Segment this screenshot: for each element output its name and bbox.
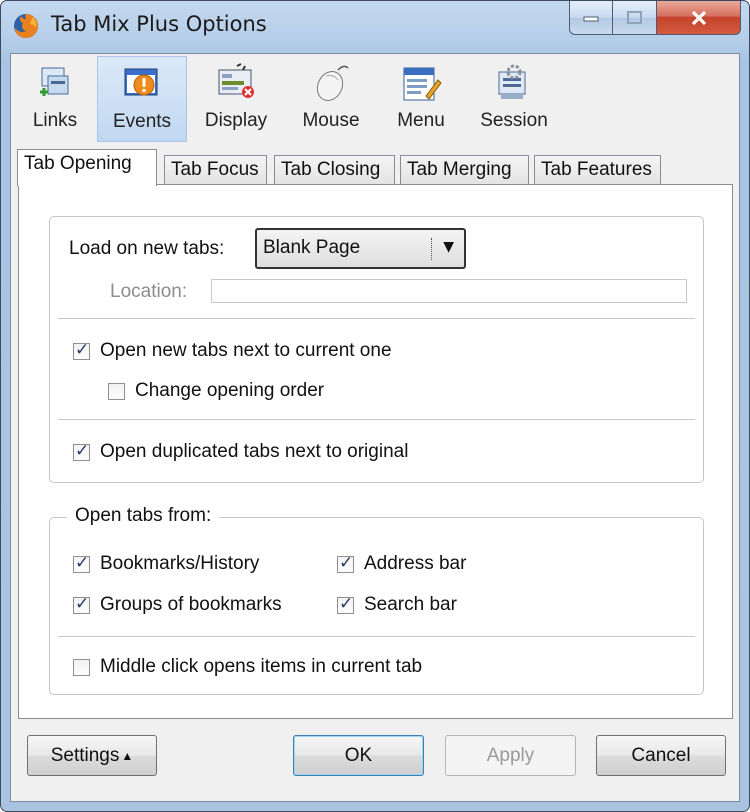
middle-click-checkbox[interactable] bbox=[73, 658, 90, 676]
apply-button[interactable]: Apply bbox=[445, 735, 576, 776]
open-next-checkbox-row[interactable]: ✓ Open new tabs next to current one bbox=[73, 340, 392, 362]
dialog-client-area: Links Events Display Mouse Menu Session … bbox=[10, 53, 740, 802]
new-tabs-group: Load on new tabs: Blank Page ▼ Location:… bbox=[49, 216, 704, 483]
location-label: Location: bbox=[110, 281, 188, 302]
change-order-checkbox[interactable] bbox=[108, 382, 125, 400]
toolbar-display[interactable]: Display bbox=[195, 56, 277, 142]
check-icon: ✓ bbox=[75, 593, 90, 614]
options-window: Tab Mix Plus Options Links Events Displa… bbox=[0, 0, 750, 812]
title-bar[interactable]: Tab Mix Plus Options bbox=[1, 1, 749, 53]
dropdown-divider bbox=[431, 238, 432, 260]
tab-tab-focus[interactable]: Tab Focus bbox=[164, 155, 267, 185]
separator bbox=[58, 636, 695, 637]
session-icon bbox=[498, 64, 526, 99]
middle-click-row[interactable]: Middle click opens items in current tab bbox=[73, 656, 422, 678]
check-icon: ✓ bbox=[75, 339, 90, 360]
toolbar-events-label: Events bbox=[112, 111, 172, 132]
window-title: Tab Mix Plus Options bbox=[51, 12, 267, 36]
display-icon bbox=[218, 63, 254, 98]
category-toolbar: Links Events Display Mouse Menu Session bbox=[11, 54, 739, 144]
duplicated-checkbox-row[interactable]: ✓ Open duplicated tabs next to original bbox=[73, 441, 408, 463]
bookmarks-history-checkbox[interactable]: ✓ bbox=[73, 552, 90, 573]
separator bbox=[58, 318, 695, 319]
toolbar-links[interactable]: Links bbox=[13, 56, 97, 142]
separator bbox=[58, 419, 695, 420]
minimize-icon bbox=[583, 16, 599, 21]
bookmarks-history-row[interactable]: ✓ Bookmarks/History bbox=[73, 553, 259, 575]
toolbar-menu[interactable]: Menu bbox=[385, 56, 457, 142]
load-on-new-tabs-label: Load on new tabs: bbox=[69, 238, 225, 259]
load-on-new-tabs-value: Blank Page bbox=[263, 237, 361, 258]
toolbar-session[interactable]: Session bbox=[469, 56, 559, 142]
change-order-checkbox-row[interactable]: Change opening order bbox=[108, 380, 324, 402]
open-next-checkbox[interactable]: ✓ bbox=[73, 339, 90, 360]
tab-tab-merging[interactable]: Tab Merging bbox=[400, 155, 529, 185]
search-bar-row[interactable]: ✓ Search bar bbox=[337, 594, 457, 616]
tab-opening-panel: Load on new tabs: Blank Page ▼ Location:… bbox=[18, 184, 733, 719]
bookmarks-history-label: Bookmarks/History bbox=[100, 553, 260, 574]
middle-click-label: Middle click opens items in current tab bbox=[100, 656, 423, 677]
load-on-new-tabs-select[interactable]: Blank Page ▼ bbox=[255, 228, 466, 269]
check-icon: ✓ bbox=[75, 552, 90, 573]
search-bar-label: Search bar bbox=[364, 594, 457, 615]
firefox-icon bbox=[14, 14, 38, 38]
close-icon bbox=[691, 10, 706, 25]
chevron-down-icon: ▼ bbox=[443, 239, 454, 255]
toolbar-links-label: Links bbox=[32, 110, 78, 131]
events-icon bbox=[124, 68, 158, 96]
toolbar-menu-label: Menu bbox=[397, 110, 445, 131]
check-icon: ✓ bbox=[339, 593, 354, 614]
open-tabs-from-group: Open tabs from: ✓ Bookmarks/History ✓ Ad… bbox=[49, 505, 704, 695]
close-button[interactable] bbox=[657, 1, 741, 35]
maximize-icon bbox=[626, 10, 642, 24]
menu-icon bbox=[403, 67, 442, 101]
links-icon bbox=[40, 67, 69, 96]
check-icon: ✓ bbox=[339, 552, 354, 573]
groups-of-bookmarks-checkbox[interactable]: ✓ bbox=[73, 593, 90, 614]
tab-tab-closing[interactable]: Tab Closing bbox=[274, 155, 395, 185]
open-tabs-from-legend: Open tabs from: bbox=[67, 505, 220, 527]
maximize-button[interactable] bbox=[613, 1, 657, 35]
check-icon: ✓ bbox=[75, 440, 90, 461]
address-bar-checkbox[interactable]: ✓ bbox=[337, 552, 354, 573]
settings-label: Settings bbox=[50, 744, 120, 766]
duplicated-label: Open duplicated tabs next to original bbox=[100, 441, 409, 462]
groups-of-bookmarks-row[interactable]: ✓ Groups of bookmarks bbox=[73, 594, 282, 616]
chevron-up-icon: ▲ bbox=[121, 748, 134, 763]
toolbar-session-label: Session bbox=[480, 110, 548, 131]
duplicated-checkbox[interactable]: ✓ bbox=[73, 440, 90, 461]
mouse-icon bbox=[316, 65, 349, 102]
ok-button[interactable]: OK bbox=[293, 735, 424, 776]
change-order-label: Change opening order bbox=[135, 380, 325, 401]
groups-of-bookmarks-label: Groups of bookmarks bbox=[100, 594, 282, 615]
cancel-button[interactable]: Cancel bbox=[596, 735, 726, 776]
address-bar-row[interactable]: ✓ Address bar bbox=[337, 553, 466, 575]
settings-button[interactable]: Settings ▲ bbox=[27, 735, 157, 776]
toolbar-events[interactable]: Events bbox=[97, 56, 187, 142]
toolbar-display-label: Display bbox=[204, 110, 268, 131]
address-bar-label: Address bar bbox=[364, 553, 467, 574]
button-bar: Settings ▲ OK Apply Cancel bbox=[11, 722, 739, 802]
open-next-label: Open new tabs next to current one bbox=[100, 340, 392, 361]
tab-tab-features[interactable]: Tab Features bbox=[534, 155, 661, 185]
search-bar-checkbox[interactable]: ✓ bbox=[337, 593, 354, 614]
toolbar-mouse[interactable]: Mouse bbox=[289, 56, 373, 142]
caption-buttons bbox=[569, 1, 741, 37]
minimize-button[interactable] bbox=[569, 1, 613, 35]
location-field[interactable] bbox=[211, 279, 687, 303]
toolbar-mouse-label: Mouse bbox=[302, 110, 360, 131]
tab-tab-opening[interactable]: Tab Opening bbox=[17, 149, 157, 186]
